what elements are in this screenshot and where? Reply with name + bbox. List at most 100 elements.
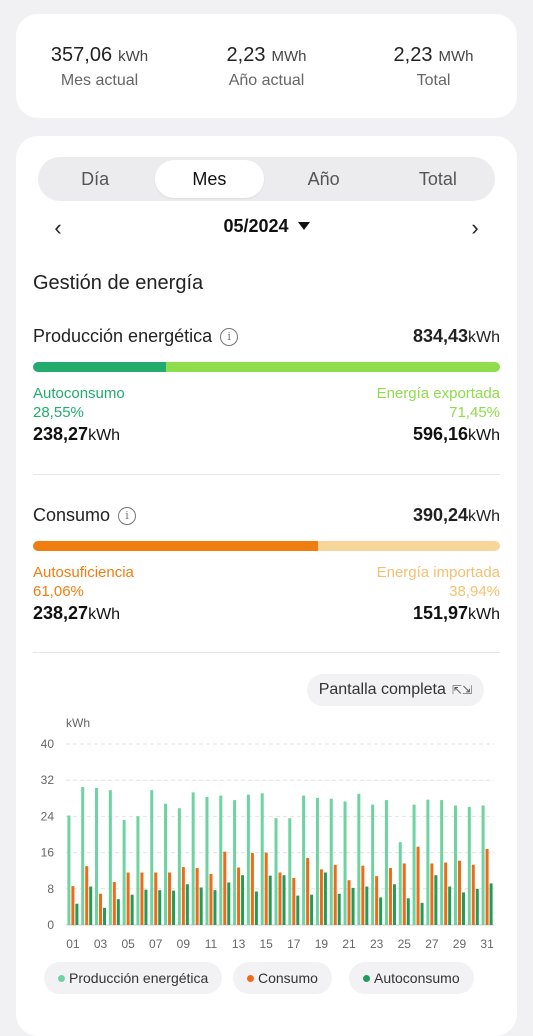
chevron-right-icon[interactable]: › <box>461 214 489 242</box>
bar-autoconsumo <box>116 899 120 925</box>
stat-year-label: Año actual <box>228 72 305 89</box>
tab-month[interactable]: Mes <box>155 160 264 198</box>
exported-unit: kWh <box>468 427 500 444</box>
bar-autoconsumo <box>144 889 148 925</box>
bar-consumo <box>85 866 89 925</box>
bar-produccion <box>81 786 85 925</box>
y-tick-label: 8 <box>47 882 54 896</box>
section-title: Gestión de energía <box>33 272 204 294</box>
bar-produccion <box>412 804 416 925</box>
bar-consumo <box>333 864 337 925</box>
bar-autoconsumo <box>103 907 107 925</box>
bar-consumo <box>347 880 351 925</box>
bar-consumo <box>375 876 379 925</box>
bar-consumo <box>388 867 392 925</box>
stat-total-value: 2,23 <box>393 44 433 66</box>
bar-produccion <box>440 800 444 925</box>
bar-autoconsumo <box>158 890 162 925</box>
legend-label: Producción energética <box>69 970 209 986</box>
x-tick-label: 25 <box>398 937 412 951</box>
fullscreen-button[interactable]: Pantalla completa ⇱⇲ <box>306 674 484 706</box>
bar-produccion <box>150 790 154 925</box>
imported-unit: kWh <box>468 606 500 623</box>
autosuficiencia-value: 238,27 <box>33 603 89 623</box>
bar-consumo <box>471 864 475 925</box>
fullscreen-label: Pantalla completa <box>318 681 446 698</box>
legend-item[interactable]: Producción energética <box>44 962 223 994</box>
bar-autoconsumo <box>241 875 245 925</box>
bar-consumo <box>140 872 144 925</box>
bar-produccion <box>177 808 181 925</box>
info-icon[interactable]: i <box>220 328 239 346</box>
autoconsumo-unit: kWh <box>88 427 121 444</box>
consumption-total-value: 390,24 <box>412 505 468 525</box>
period-tabs: Día Mes Año Total <box>38 157 495 201</box>
legend-dot-icon <box>363 975 370 982</box>
consumption-total: 390,24kWh <box>413 505 500 526</box>
expand-icon: ⇱⇲ <box>451 683 472 697</box>
bar-autoconsumo <box>282 875 286 925</box>
stat-month-value: 357,06 <box>50 44 113 66</box>
bar-autoconsumo <box>89 886 93 925</box>
x-tick-label: 27 <box>425 937 439 951</box>
period-label: 05/2024 <box>223 216 289 236</box>
legend-item[interactable]: Consumo <box>233 962 332 994</box>
autosuficiencia-unit: kWh <box>88 606 121 623</box>
bar-produccion <box>108 790 112 925</box>
tab-day[interactable]: Día <box>41 160 149 198</box>
x-tick-label: 09 <box>177 937 191 951</box>
bar-autoconsumo <box>75 903 79 925</box>
exported-value: 596,16 <box>412 424 468 444</box>
bar-autoconsumo <box>310 894 314 925</box>
stat-year: 2,23 MWh Año actual <box>183 14 350 118</box>
bar-consumo <box>209 873 213 925</box>
caret-down-icon <box>297 222 310 230</box>
bar-autoconsumo <box>254 891 258 925</box>
bar-produccion <box>205 796 209 925</box>
bar-consumo <box>112 882 116 925</box>
period-dropdown[interactable]: 05/2024 <box>32 216 501 237</box>
autoconsumo-label: Autoconsumo <box>33 385 125 402</box>
bar-produccion <box>164 803 168 925</box>
bar-autoconsumo <box>185 884 189 925</box>
bar-consumo <box>99 893 103 925</box>
consumption-bar <box>33 541 500 551</box>
x-tick-label: 05 <box>121 937 135 951</box>
bar-autoconsumo <box>379 897 383 925</box>
bar-consumo <box>292 877 296 925</box>
bar-produccion <box>426 799 430 925</box>
bar-consumo <box>444 862 448 925</box>
bar-consumo <box>250 853 254 925</box>
bar-autoconsumo <box>199 887 203 925</box>
tab-total[interactable]: Total <box>384 160 492 198</box>
bar-consumo <box>306 858 310 925</box>
consumption-total-unit: kWh <box>468 508 500 525</box>
stat-total-unit: MWh <box>438 48 474 65</box>
consumption-self-segment <box>33 541 319 551</box>
info-icon[interactable]: i <box>118 507 137 525</box>
stat-total-label: Total <box>416 72 451 89</box>
bar-produccion <box>315 797 319 925</box>
bar-autoconsumo <box>227 882 231 925</box>
bar-autoconsumo <box>392 884 396 925</box>
summary-card: 357,06 kWh Mes actual 2,23 MWh Año actual … <box>16 14 517 118</box>
bar-autoconsumo <box>420 902 424 925</box>
stat-year-value: 2,23 <box>226 44 266 66</box>
divider <box>33 652 500 653</box>
stat-month: 357,06 kWh Mes actual <box>16 14 183 118</box>
bar-autoconsumo <box>448 886 452 925</box>
legend-item[interactable]: Autoconsumo <box>349 962 474 994</box>
consumption-block: Consumo i 390,24kWh Autosuficiencia 61,06… <box>33 505 500 632</box>
bar-consumo <box>181 867 185 925</box>
bar-consumo <box>237 867 241 925</box>
y-tick-label: 40 <box>41 737 55 751</box>
legend-label: Autoconsumo <box>374 970 460 986</box>
bar-autoconsumo <box>213 890 217 925</box>
bar-autoconsumo <box>268 875 272 925</box>
bar-consumo <box>71 886 75 925</box>
production-total-value: 834,43 <box>412 326 468 346</box>
exported-pct: 71,45% <box>449 404 500 421</box>
tab-year[interactable]: Año <box>270 160 378 198</box>
production-bar <box>33 362 500 372</box>
bar-autoconsumo <box>351 887 355 925</box>
